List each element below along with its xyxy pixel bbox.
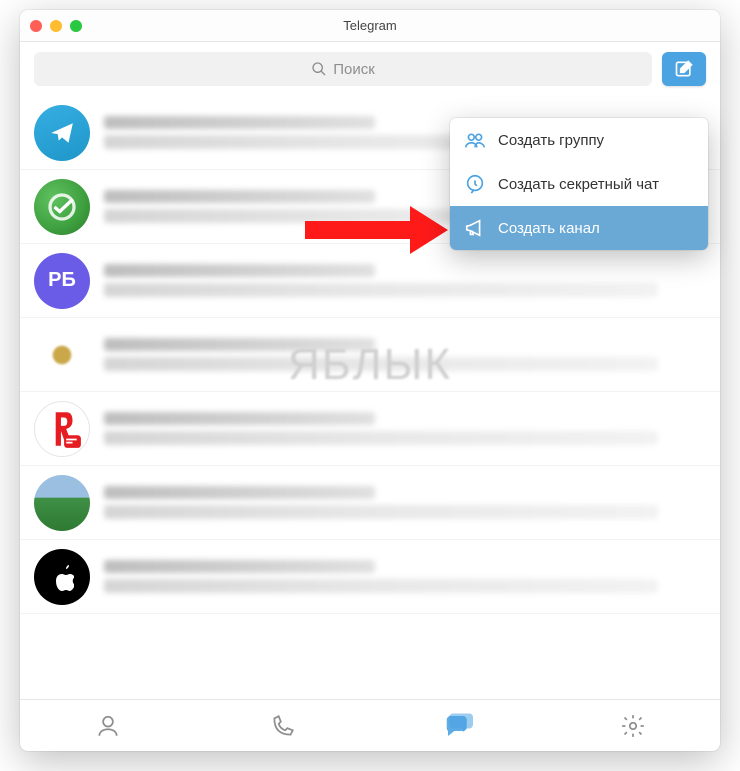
- tab-chats[interactable]: [438, 706, 478, 746]
- tab-contacts[interactable]: [88, 706, 128, 746]
- avatar-text: РБ: [48, 269, 76, 292]
- search-input[interactable]: Поиск: [34, 52, 652, 86]
- avatar: [34, 475, 90, 531]
- menu-item-label: Создать секретный чат: [498, 176, 659, 193]
- avatar: [34, 327, 90, 383]
- megaphone-icon: [464, 217, 486, 239]
- chats-icon: [443, 711, 473, 741]
- menu-item-label: Создать группу: [498, 132, 604, 149]
- traffic-lights: [30, 20, 82, 32]
- tab-calls[interactable]: [263, 706, 303, 746]
- annotation-arrow: [300, 200, 450, 260]
- group-icon: [464, 129, 486, 151]
- avatar: [34, 401, 90, 457]
- chat-preview: [104, 406, 706, 451]
- close-window-button[interactable]: [30, 20, 42, 32]
- compose-menu: Создать группу Создать секретный чат Соз…: [450, 118, 708, 250]
- menu-item-label: Создать канал: [498, 220, 600, 237]
- window-title: Telegram: [343, 18, 396, 33]
- maximize-window-button[interactable]: [70, 20, 82, 32]
- compose-icon: [674, 59, 694, 79]
- titlebar: Telegram: [20, 10, 720, 42]
- avatar: РБ: [34, 253, 90, 309]
- gear-icon: [620, 713, 646, 739]
- compose-button[interactable]: [662, 52, 706, 86]
- search-icon: [311, 61, 327, 77]
- chat-preview: [104, 480, 706, 525]
- bottom-tabs: [20, 699, 720, 751]
- search-placeholder: Поиск: [333, 61, 375, 78]
- menu-item-create-channel[interactable]: Создать канал: [450, 206, 708, 250]
- avatar: [34, 179, 90, 235]
- avatar: [34, 549, 90, 605]
- secret-chat-icon: [464, 173, 486, 195]
- menu-item-create-group[interactable]: Создать группу: [450, 118, 708, 162]
- chat-preview: [104, 554, 706, 599]
- phone-icon: [270, 713, 296, 739]
- yandex-icon: [41, 408, 83, 450]
- menu-item-create-secret-chat[interactable]: Создать секретный чат: [450, 162, 708, 206]
- chat-item[interactable]: [20, 392, 720, 466]
- telegram-icon: [49, 120, 75, 146]
- chat-item[interactable]: [20, 318, 720, 392]
- chat-preview: [104, 332, 706, 377]
- apple-icon: [50, 563, 74, 591]
- search-row: Поиск: [20, 42, 720, 96]
- tab-settings[interactable]: [613, 706, 653, 746]
- chat-preview: [104, 258, 706, 303]
- chat-item[interactable]: [20, 540, 720, 614]
- contacts-icon: [95, 713, 121, 739]
- minimize-window-button[interactable]: [50, 20, 62, 32]
- avatar: [34, 105, 90, 161]
- chat-item[interactable]: [20, 466, 720, 540]
- sber-icon: [44, 189, 80, 225]
